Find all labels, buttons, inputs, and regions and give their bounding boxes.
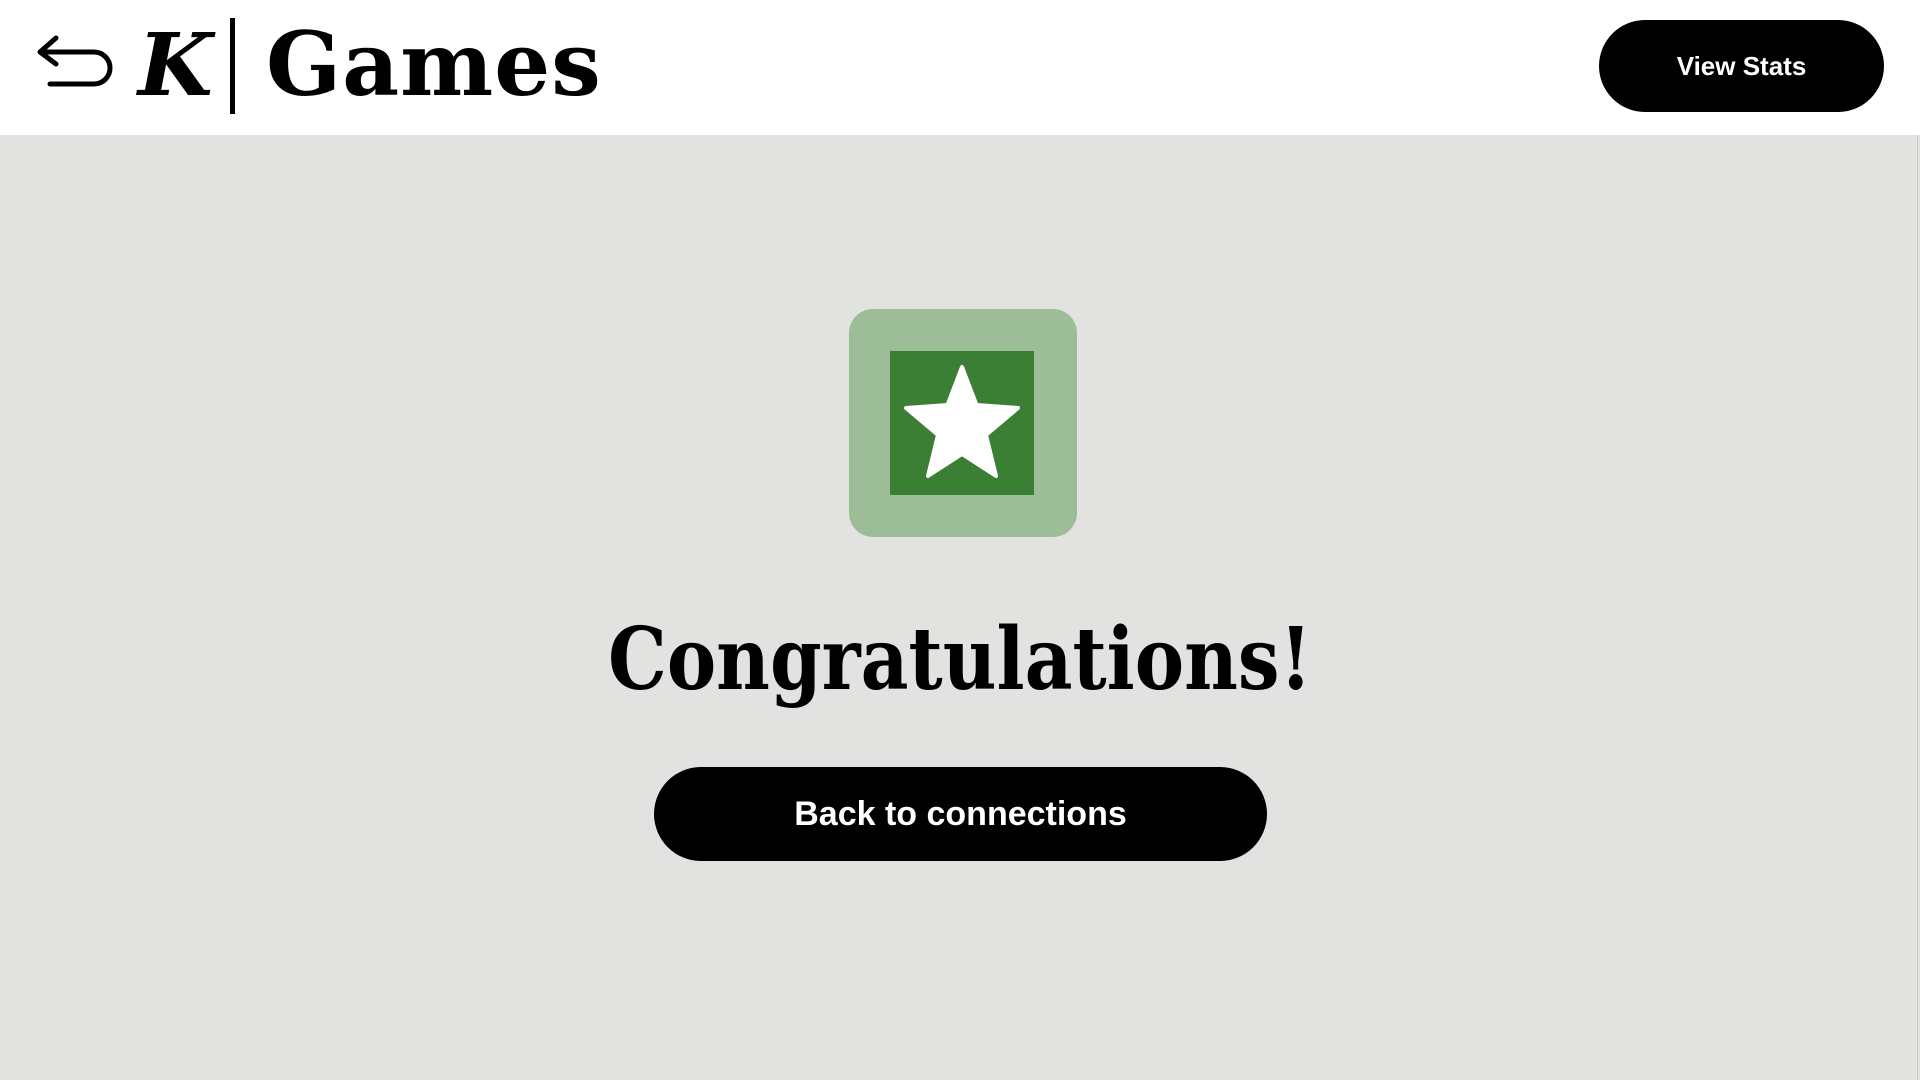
page-edge-divider (1917, 135, 1918, 1080)
view-stats-button[interactable]: View Stats (1599, 20, 1884, 112)
star-icon (904, 365, 1020, 478)
page-title[interactable]: Games (266, 14, 602, 114)
logo-divider (230, 18, 235, 114)
brand-logo[interactable]: K (138, 16, 213, 116)
back-arrow-icon (37, 35, 113, 87)
back-button[interactable] (36, 30, 120, 100)
badge-inner-square (890, 351, 1034, 495)
top-header: K Games View Stats (0, 0, 1920, 135)
success-badge (849, 309, 1077, 537)
back-to-connections-button[interactable]: Back to connections (654, 767, 1267, 861)
congratulations-heading: Congratulations! (607, 609, 1312, 710)
